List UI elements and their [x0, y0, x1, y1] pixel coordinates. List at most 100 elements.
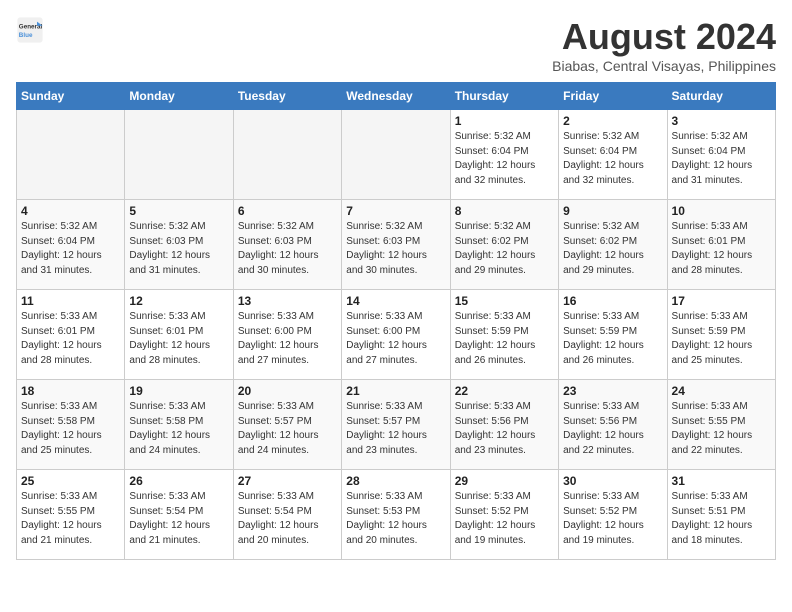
calendar-cell: 28 Sunrise: 5:33 AM Sunset: 5:53 PM Dayli…: [342, 470, 450, 560]
calendar-cell: 18 Sunrise: 5:33 AM Sunset: 5:58 PM Dayli…: [17, 380, 125, 470]
weekday-header-saturday: Saturday: [667, 83, 775, 110]
day-info: Sunrise: 5:33 AM Sunset: 5:54 PM Dayligh…: [238, 490, 337, 548]
day-info: Sunrise: 5:33 AM Sunset: 5:56 PM Dayligh…: [563, 400, 662, 458]
calendar-cell: 1 Sunrise: 5:32 AM Sunset: 6:04 PM Daylig…: [450, 110, 558, 200]
weekday-header-row: SundayMondayTuesdayWednesdayThursdayFrid…: [17, 83, 776, 110]
calendar-cell: 3 Sunrise: 5:32 AM Sunset: 6:04 PM Daylig…: [667, 110, 775, 200]
week-row-4: 18 Sunrise: 5:33 AM Sunset: 5:58 PM Dayli…: [17, 380, 776, 470]
day-number: 26: [129, 474, 228, 488]
day-number: 20: [238, 384, 337, 398]
calendar-cell: 27 Sunrise: 5:33 AM Sunset: 5:54 PM Dayli…: [233, 470, 341, 560]
day-info: Sunrise: 5:33 AM Sunset: 5:58 PM Dayligh…: [21, 400, 120, 458]
day-info: Sunrise: 5:33 AM Sunset: 6:01 PM Dayligh…: [672, 220, 771, 278]
calendar-cell: 31 Sunrise: 5:33 AM Sunset: 5:51 PM Dayli…: [667, 470, 775, 560]
calendar-cell: 11 Sunrise: 5:33 AM Sunset: 6:01 PM Dayli…: [17, 290, 125, 380]
day-number: 5: [129, 204, 228, 218]
week-row-1: 1 Sunrise: 5:32 AM Sunset: 6:04 PM Daylig…: [17, 110, 776, 200]
calendar-cell: 13 Sunrise: 5:33 AM Sunset: 6:00 PM Dayli…: [233, 290, 341, 380]
day-number: 7: [346, 204, 445, 218]
day-number: 29: [455, 474, 554, 488]
day-info: Sunrise: 5:33 AM Sunset: 5:54 PM Dayligh…: [129, 490, 228, 548]
day-number: 14: [346, 294, 445, 308]
day-info: Sunrise: 5:33 AM Sunset: 6:01 PM Dayligh…: [21, 310, 120, 368]
calendar-cell: 2Sunrise: 5:32 AM Sunset: 6:04 PM Daylig…: [559, 110, 667, 200]
day-number: 30: [563, 474, 662, 488]
week-row-2: 4 Sunrise: 5:32 AM Sunset: 6:04 PM Daylig…: [17, 200, 776, 290]
day-number: 3: [672, 114, 771, 128]
day-info: Sunrise: 5:33 AM Sunset: 5:57 PM Dayligh…: [238, 400, 337, 458]
day-info: Sunrise: 5:32 AM Sunset: 6:03 PM Dayligh…: [346, 220, 445, 278]
day-number: 9: [563, 204, 662, 218]
day-number: 25: [21, 474, 120, 488]
day-number: 28: [346, 474, 445, 488]
day-number: 13: [238, 294, 337, 308]
day-info: Sunrise: 5:33 AM Sunset: 6:01 PM Dayligh…: [129, 310, 228, 368]
calendar-cell: 15 Sunrise: 5:33 AM Sunset: 5:59 PM Dayli…: [450, 290, 558, 380]
calendar-cell: 21 Sunrise: 5:33 AM Sunset: 5:57 PM Dayli…: [342, 380, 450, 470]
calendar-cell: 29 Sunrise: 5:33 AM Sunset: 5:52 PM Dayli…: [450, 470, 558, 560]
day-number: 18: [21, 384, 120, 398]
calendar-cell: 30 Sunrise: 5:33 AM Sunset: 5:52 PM Dayli…: [559, 470, 667, 560]
day-number: 8: [455, 204, 554, 218]
day-number: 11: [21, 294, 120, 308]
day-number: 22: [455, 384, 554, 398]
day-info: Sunrise: 5:33 AM Sunset: 5:52 PM Dayligh…: [455, 490, 554, 548]
day-info: Sunrise: 5:33 AM Sunset: 5:55 PM Dayligh…: [21, 490, 120, 548]
day-number: 15: [455, 294, 554, 308]
calendar-cell: [233, 110, 341, 200]
day-number: 12: [129, 294, 228, 308]
day-info: Sunrise: 5:32 AM Sunset: 6:04 PM Dayligh…: [455, 130, 554, 188]
calendar-cell: [125, 110, 233, 200]
weekday-header-monday: Monday: [125, 83, 233, 110]
day-number: 1: [455, 114, 554, 128]
day-number: 2: [563, 114, 662, 128]
calendar-cell: 10 Sunrise: 5:33 AM Sunset: 6:01 PM Dayli…: [667, 200, 775, 290]
day-number: 27: [238, 474, 337, 488]
svg-text:Blue: Blue: [19, 32, 33, 39]
calendar-cell: [17, 110, 125, 200]
calendar-cell: 23Sunrise: 5:33 AM Sunset: 5:56 PM Dayli…: [559, 380, 667, 470]
calendar-cell: 16 Sunrise: 5:33 AM Sunset: 5:59 PM Dayli…: [559, 290, 667, 380]
day-info: Sunrise: 5:33 AM Sunset: 6:00 PM Dayligh…: [346, 310, 445, 368]
calendar-cell: 14 Sunrise: 5:33 AM Sunset: 6:00 PM Dayli…: [342, 290, 450, 380]
week-row-3: 11 Sunrise: 5:33 AM Sunset: 6:01 PM Dayli…: [17, 290, 776, 380]
calendar-cell: 26 Sunrise: 5:33 AM Sunset: 5:54 PM Dayli…: [125, 470, 233, 560]
day-number: 10: [672, 204, 771, 218]
calendar-cell: 4 Sunrise: 5:32 AM Sunset: 6:04 PM Daylig…: [17, 200, 125, 290]
weekday-header-wednesday: Wednesday: [342, 83, 450, 110]
calendar-cell: 5 Sunrise: 5:32 AM Sunset: 6:03 PM Daylig…: [125, 200, 233, 290]
day-info: Sunrise: 5:32 AM Sunset: 6:04 PM Dayligh…: [672, 130, 771, 188]
weekday-header-thursday: Thursday: [450, 83, 558, 110]
month-year: August 2024: [552, 16, 776, 58]
day-info: Sunrise: 5:33 AM Sunset: 6:00 PM Dayligh…: [238, 310, 337, 368]
day-number: 16: [563, 294, 662, 308]
weekday-header-sunday: Sunday: [17, 83, 125, 110]
day-info: Sunrise: 5:33 AM Sunset: 5:53 PM Dayligh…: [346, 490, 445, 548]
day-info: Sunrise: 5:32 AM Sunset: 6:03 PM Dayligh…: [129, 220, 228, 278]
calendar-cell: 22Sunrise: 5:33 AM Sunset: 5:56 PM Dayli…: [450, 380, 558, 470]
day-info: Sunrise: 5:33 AM Sunset: 5:55 PM Dayligh…: [672, 400, 771, 458]
day-info: Sunrise: 5:33 AM Sunset: 5:51 PM Dayligh…: [672, 490, 771, 548]
calendar-cell: 20 Sunrise: 5:33 AM Sunset: 5:57 PM Dayli…: [233, 380, 341, 470]
location: Biabas, Central Visayas, Philippines: [552, 58, 776, 74]
title-area: August 2024 Biabas, Central Visayas, Phi…: [552, 16, 776, 74]
day-number: 6: [238, 204, 337, 218]
header: General Blue August 2024 Biabas, Central…: [16, 16, 776, 74]
day-info: Sunrise: 5:33 AM Sunset: 5:57 PM Dayligh…: [346, 400, 445, 458]
calendar-cell: [342, 110, 450, 200]
logo-icon: General Blue: [16, 16, 44, 44]
day-number: 31: [672, 474, 771, 488]
day-info: Sunrise: 5:32 AM Sunset: 6:03 PM Dayligh…: [238, 220, 337, 278]
calendar-cell: 24Sunrise: 5:33 AM Sunset: 5:55 PM Dayli…: [667, 380, 775, 470]
day-number: 21: [346, 384, 445, 398]
day-info: Sunrise: 5:33 AM Sunset: 5:52 PM Dayligh…: [563, 490, 662, 548]
logo: General Blue: [16, 16, 44, 44]
calendar-cell: 17Sunrise: 5:33 AM Sunset: 5:59 PM Dayli…: [667, 290, 775, 380]
day-number: 4: [21, 204, 120, 218]
day-info: Sunrise: 5:33 AM Sunset: 5:59 PM Dayligh…: [563, 310, 662, 368]
day-info: Sunrise: 5:33 AM Sunset: 5:59 PM Dayligh…: [455, 310, 554, 368]
day-info: Sunrise: 5:32 AM Sunset: 6:04 PM Dayligh…: [21, 220, 120, 278]
weekday-header-tuesday: Tuesday: [233, 83, 341, 110]
calendar-cell: 9Sunrise: 5:32 AM Sunset: 6:02 PM Daylig…: [559, 200, 667, 290]
calendar-table: SundayMondayTuesdayWednesdayThursdayFrid…: [16, 82, 776, 560]
